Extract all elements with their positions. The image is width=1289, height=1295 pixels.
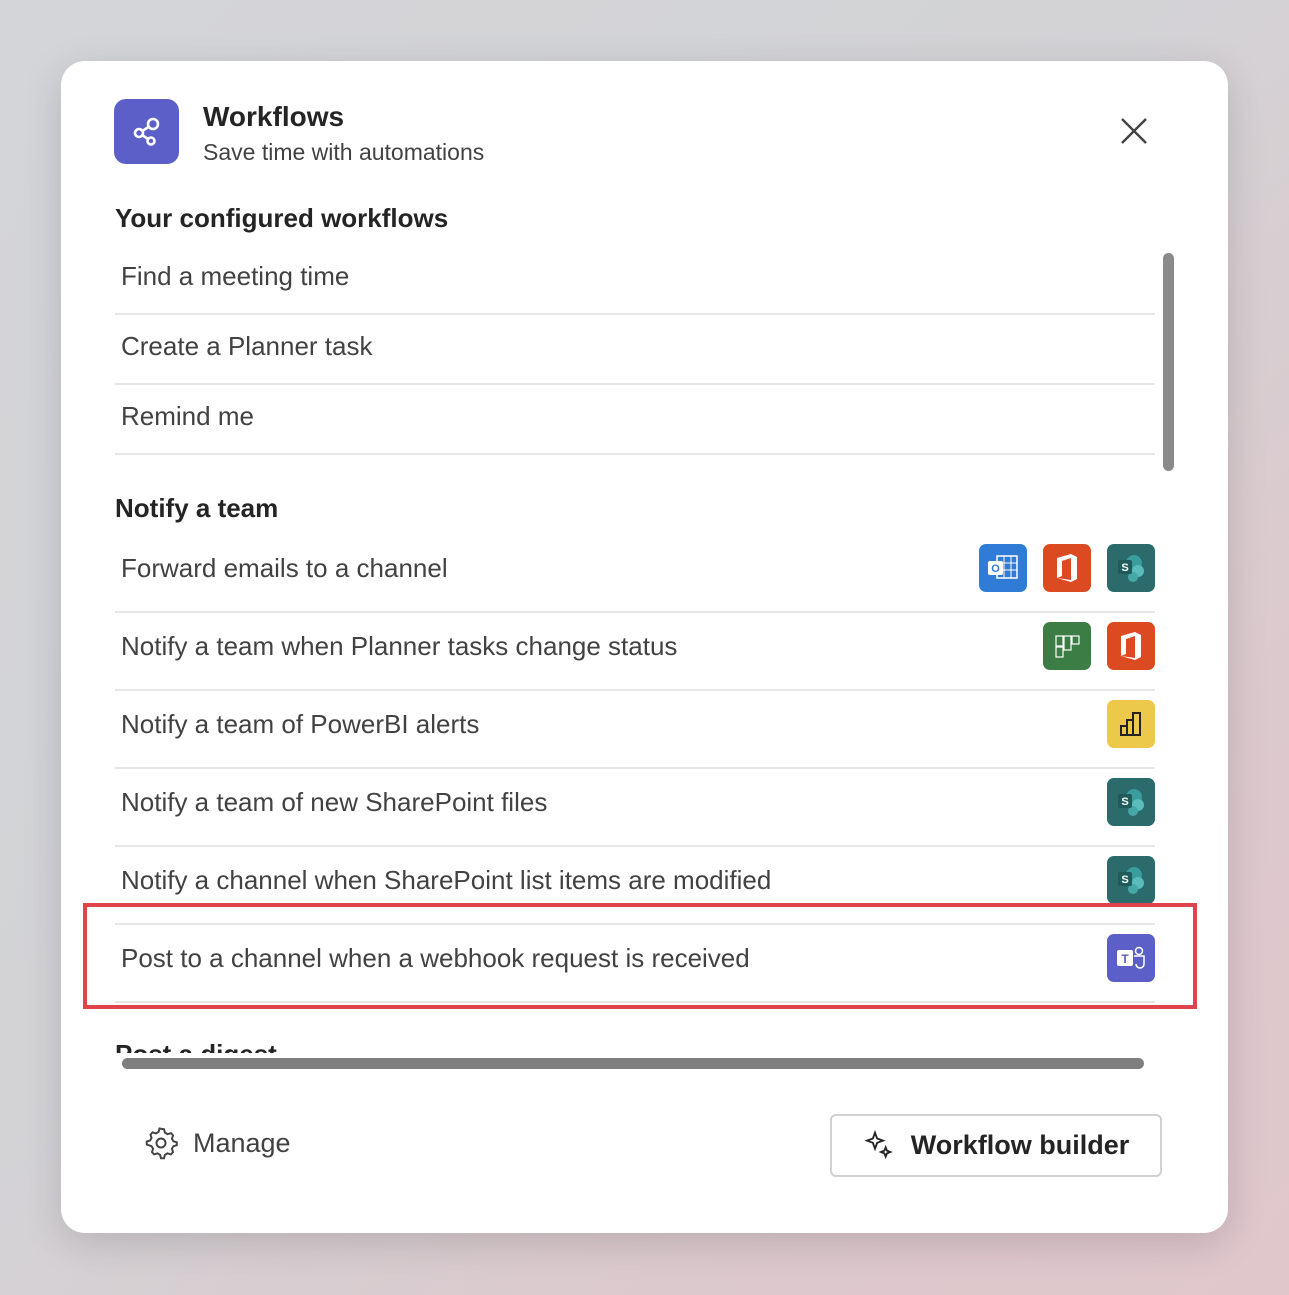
list-item[interactable]: Create a Planner task — [115, 315, 1155, 385]
sharepoint-icon: S — [1107, 856, 1155, 904]
app-icons: S — [1107, 856, 1155, 904]
svg-text:O: O — [991, 563, 1000, 575]
close-button[interactable] — [1116, 113, 1152, 149]
list-item[interactable]: Notify a team of PowerBI alerts — [115, 691, 1155, 769]
sharepoint-icon: S — [1107, 778, 1155, 826]
section-title: Your configured workflows — [115, 203, 449, 233]
item-label: Notify a team of PowerBI alerts — [121, 708, 480, 739]
workflow-builder-button[interactable]: Workflow builder — [830, 1114, 1162, 1177]
item-label: Forward emails to a channel — [121, 552, 448, 583]
highlight-box — [83, 903, 1197, 1009]
horizontal-scrollbar[interactable] — [122, 1058, 1144, 1069]
list-item[interactable]: Forward emails to a channel O S — [115, 535, 1155, 613]
list-item[interactable]: Find a meeting time — [115, 245, 1155, 315]
planner-icon — [1043, 622, 1091, 670]
vertical-scrollbar[interactable] — [1163, 253, 1174, 471]
manage-label: Manage — [193, 1127, 291, 1158]
item-label: Create a Planner task — [121, 330, 373, 361]
list-item[interactable]: Notify a team when Planner tasks change … — [115, 613, 1155, 691]
office-icon — [1107, 622, 1155, 670]
dialog-subtitle: Save time with automations — [203, 139, 485, 165]
sparkle-icon — [864, 1129, 893, 1159]
item-label: Notify a team of new SharePoint files — [121, 786, 548, 817]
outlook-icon: O — [979, 544, 1027, 592]
item-label: Notify a channel when SharePoint list it… — [121, 864, 772, 895]
svg-text:S: S — [1121, 562, 1128, 574]
dialog-title: Workflows — [203, 101, 345, 132]
item-label: Notify a team when Planner tasks change … — [121, 630, 678, 661]
svg-text:S: S — [1121, 796, 1128, 808]
powerbi-icon — [1107, 700, 1155, 748]
app-icons: OS — [979, 544, 1155, 592]
workflows-dialog: Workflows Save time with automations You… — [61, 61, 1228, 1233]
gear-icon — [145, 1127, 178, 1160]
section-title: Notify a team — [115, 493, 279, 523]
item-label: Find a meeting time — [121, 260, 350, 291]
manage-button[interactable]: Manage — [143, 1125, 291, 1161]
svg-text:S: S — [1121, 874, 1128, 886]
list-item[interactable]: Remind me — [115, 385, 1155, 455]
item-label: Remind me — [121, 400, 254, 431]
sharepoint-icon: S — [1107, 544, 1155, 592]
list-item[interactable]: Notify a team of new SharePoint files S — [115, 769, 1155, 847]
workflows-logo-icon — [114, 99, 179, 164]
workflow-builder-label: Workflow builder — [910, 1130, 1130, 1160]
app-icons: S — [1107, 778, 1155, 826]
close-icon — [1121, 118, 1147, 144]
office-icon — [1043, 544, 1091, 592]
app-icons — [1107, 700, 1155, 748]
app-icons — [1043, 622, 1155, 670]
section-title: Post a digest — [115, 1031, 1155, 1053]
